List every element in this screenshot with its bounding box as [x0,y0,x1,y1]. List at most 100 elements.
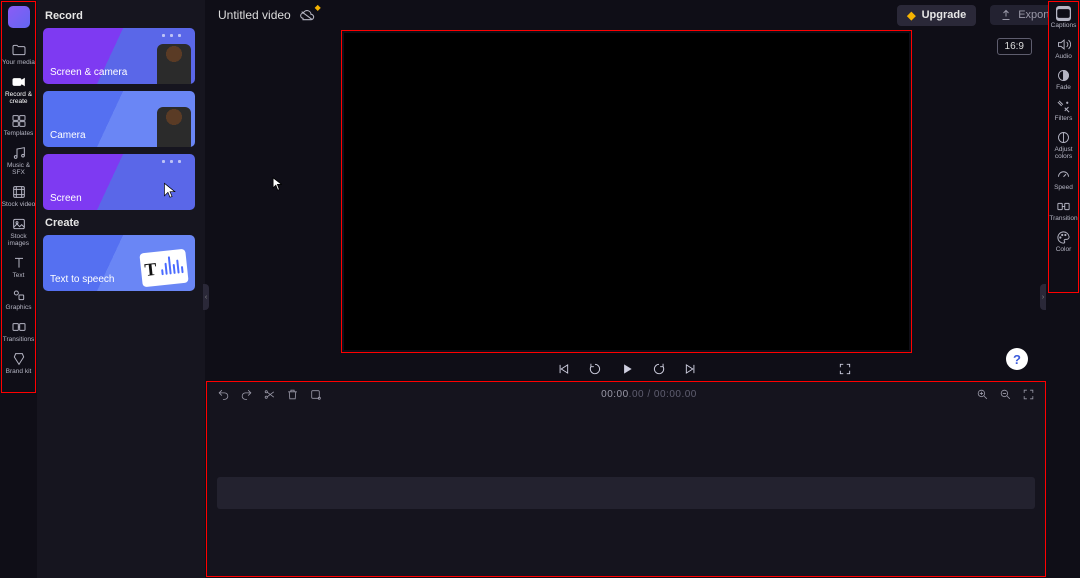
chevron-right-icon: › [1042,294,1044,301]
image-icon [11,216,27,232]
sidebar-item-transitions[interactable]: Transitions [2,319,36,343]
collapse-panel-right-button[interactable]: › [1040,284,1046,310]
sidebar-item-label: Graphics [5,304,31,311]
crop-icon[interactable] [309,388,322,401]
prop-speed[interactable]: Speed [1054,168,1073,191]
help-button[interactable]: ? [1006,348,1028,370]
fullscreen-icon[interactable] [838,362,852,376]
sidebar-item-stock-video[interactable]: Stock video [2,184,36,208]
card-label: Text to speech [50,274,114,285]
card-screen[interactable]: Screen [43,154,195,210]
prop-captions[interactable]: CC Captions [1051,6,1077,29]
timeline-toolbar: 00:00.00 / 00:00.00 [207,382,1045,406]
sidebar-item-label: Brand kit [6,368,32,375]
collapse-panel-left-button[interactable]: ‹ [203,284,209,310]
sidebar-item-brand-kit[interactable]: Brand kit [2,351,36,375]
skip-end-icon[interactable] [684,362,698,376]
top-bar: Untitled video ◆ ◆ Upgrade Export ▾ [206,0,1080,30]
window-dots-icon [162,34,181,37]
transition-icon [1056,199,1071,214]
zoom-in-icon[interactable] [976,388,989,401]
record-heading: Record [45,10,197,22]
sidebar-item-templates[interactable]: Templates [2,113,36,137]
tts-graphic: T [139,249,188,288]
card-screen-camera[interactable]: Screen & camera [43,28,195,84]
card-label: Camera [50,130,86,141]
aspect-ratio-button[interactable]: 16:9 [997,38,1032,55]
prop-label: Adjust colors [1049,146,1078,160]
sidebar-item-your-media[interactable]: Your media [2,42,36,66]
timecode-total-frames: .00 [681,389,696,400]
zoom-out-icon[interactable] [999,388,1012,401]
prop-transition[interactable]: Transition [1049,199,1077,222]
filters-icon [1056,99,1071,114]
redo-icon[interactable] [240,388,253,401]
record-create-panel: Record Screen & camera Camera Screen Cre… [37,0,205,578]
play-button[interactable] [620,362,634,376]
film-icon [11,184,27,200]
fade-icon [1056,68,1071,83]
prop-adjust-colors[interactable]: Adjust colors [1049,130,1078,160]
timeline: 00:00.00 / 00:00.00 [206,381,1046,577]
captions-icon: CC [1056,6,1071,21]
cloud-sync-toggle[interactable]: ◆ [299,9,315,21]
graphics-icon [11,287,27,303]
cursor-pointer-overlay [272,177,282,191]
delete-icon[interactable] [286,388,299,401]
audio-icon [1056,37,1071,52]
sidebar-item-text[interactable]: Text [2,255,36,279]
prop-label: Filters [1055,115,1073,122]
app-logo[interactable] [8,6,30,28]
preview-area [341,30,912,353]
export-label: Export [1018,9,1050,21]
prop-fade[interactable]: Fade [1056,68,1071,91]
prop-label: Audio [1055,53,1072,60]
sidebar-item-label: Your media [2,59,35,66]
timeline-track[interactable] [217,477,1035,509]
music-icon [11,145,27,161]
sidebar-item-graphics[interactable]: Graphics [2,287,36,311]
timecode: 00:00.00 / 00:00.00 [334,389,964,400]
adjust-colors-icon [1056,130,1071,145]
transitions-icon [11,319,27,335]
brand-kit-icon [11,351,27,367]
cursor-icon [163,182,177,200]
sidebar-item-label: Text [13,272,25,279]
card-camera[interactable]: Camera [43,91,195,147]
undo-icon[interactable] [217,388,230,401]
prop-color[interactable]: Color [1056,230,1072,253]
step-forward-icon[interactable] [652,362,666,376]
diamond-icon: ◆ [315,3,321,12]
split-icon[interactable] [263,388,276,401]
sidebar-item-music-sfx[interactable]: Music & SFX [2,145,36,176]
sidebar-item-record-create[interactable]: Record & create [2,74,36,105]
preview-canvas[interactable] [344,33,909,350]
prop-filters[interactable]: Filters [1055,99,1073,122]
skip-start-icon[interactable] [556,362,570,376]
upgrade-label: Upgrade [922,9,967,21]
templates-icon [11,113,27,129]
prop-label: Captions [1051,22,1077,29]
sidebar-item-label: Templates [4,130,34,137]
create-heading: Create [45,217,197,229]
diamond-icon: ◆ [907,9,915,22]
upgrade-button[interactable]: ◆ Upgrade [897,5,976,26]
project-title[interactable]: Untitled video [218,8,291,22]
zoom-fit-icon[interactable] [1022,388,1035,401]
sidebar-item-stock-images[interactable]: Stock images [2,216,36,247]
card-label: Screen & camera [50,67,127,78]
timecode-total: 00:00 [654,389,682,400]
sidebar-item-label: Stock video [2,201,36,208]
step-back-icon[interactable] [588,362,602,376]
chevron-left-icon: ‹ [205,294,207,301]
left-tool-rail: Your media Record & create Templates Mus… [1,1,36,393]
prop-audio[interactable]: Audio [1055,37,1072,60]
timecode-current: 00:00 [601,389,629,400]
sidebar-item-label: Transitions [3,336,35,343]
card-text-to-speech[interactable]: T Text to speech [43,235,195,291]
sidebar-item-label: Record & create [2,91,36,105]
timecode-current-frames: .00 [629,389,644,400]
right-property-rail: CC Captions Audio Fade Filters Adjust co… [1048,1,1079,293]
color-icon [1056,230,1071,245]
sidebar-item-label: Music & SFX [2,162,36,176]
